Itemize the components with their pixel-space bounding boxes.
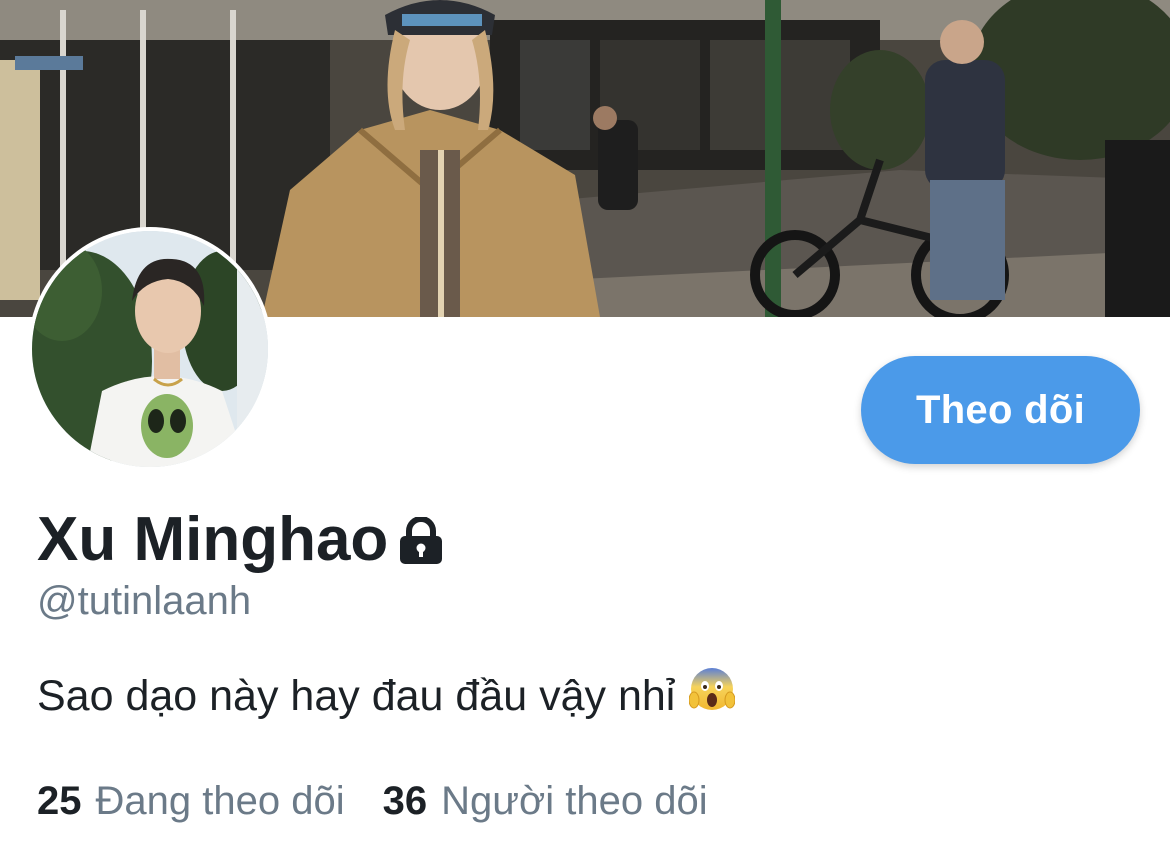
profile-name-row: Xu Minghao <box>37 500 444 580</box>
profile-stats: 25 Đang theo dõi 36 Người theo dõi <box>37 775 708 827</box>
following-count: 25 <box>37 779 82 823</box>
profile-bio: Sao dạo này hay đau đầu vậy nhỉ <box>37 666 736 726</box>
following-label: Đang theo dõi <box>95 779 345 823</box>
following-link[interactable]: 25 Đang theo dõi <box>37 775 345 827</box>
followers-count: 36 <box>382 779 428 823</box>
profile-handle: @tutinlaanh <box>37 579 252 623</box>
followers-link[interactable]: 36 Người theo dõi <box>383 775 708 827</box>
face-screaming-in-fear-icon <box>688 666 736 726</box>
followers-label: Người theo dõi <box>441 779 708 823</box>
bio-text: Sao dạo này hay đau đầu vậy nhỉ <box>37 672 676 720</box>
follow-button[interactable]: Theo dõi <box>861 356 1140 464</box>
lock-icon <box>398 515 444 570</box>
avatar[interactable] <box>32 231 268 467</box>
display-name: Xu Minghao <box>37 505 389 574</box>
avatar-photo <box>32 231 268 467</box>
